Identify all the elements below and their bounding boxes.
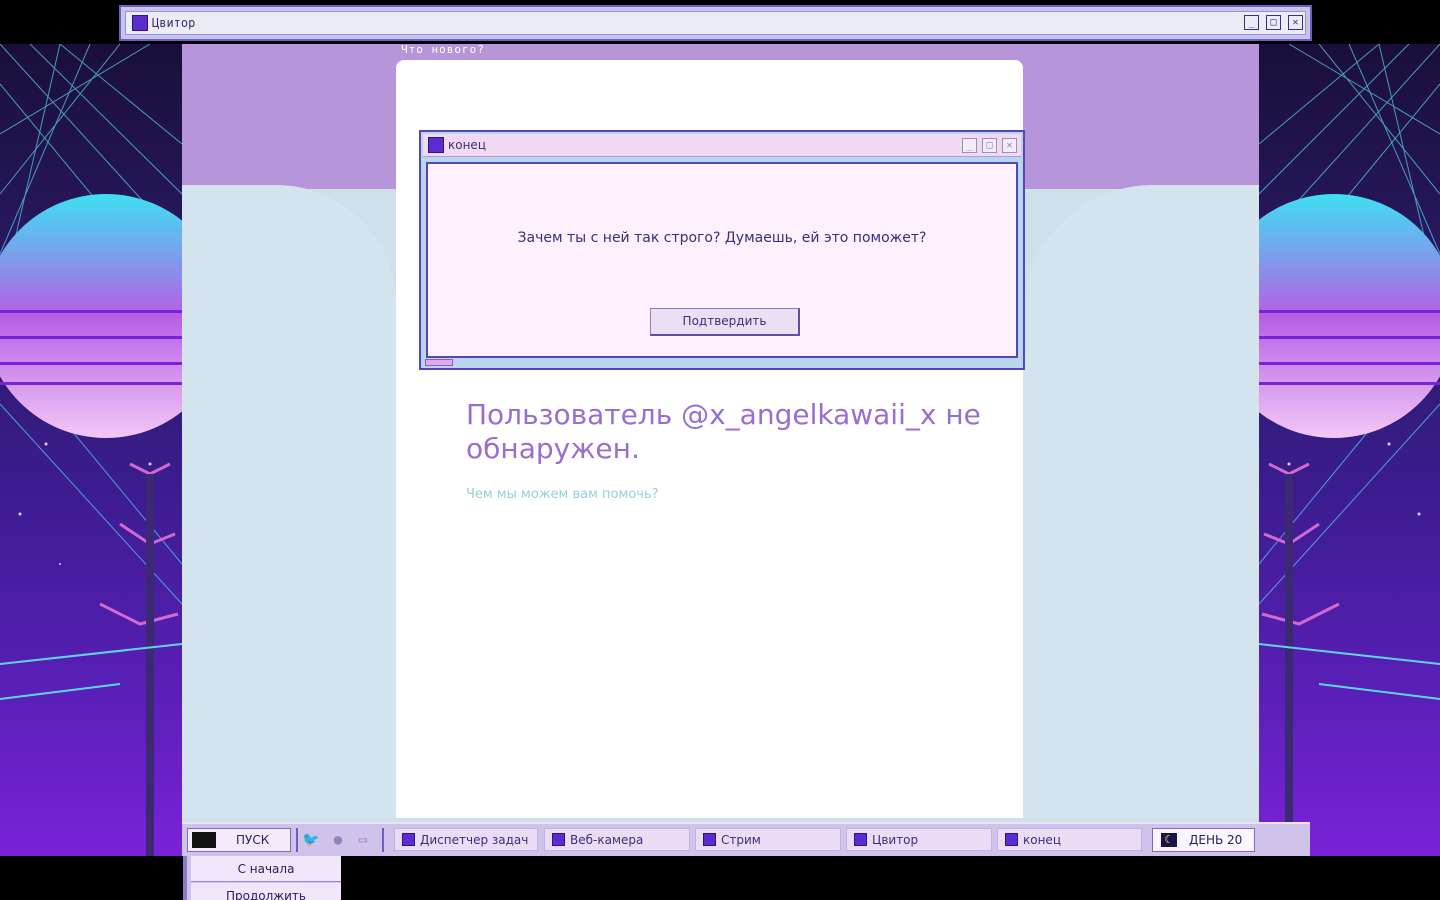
dialog-titlebar[interactable]: конец _ □ ✕: [423, 134, 1021, 157]
dialog-close-button[interactable]: ✕: [1002, 138, 1017, 153]
window-icon: [402, 833, 415, 846]
not-found-title: Пользователь @x_angelkawaii_x не обнаруж…: [466, 398, 981, 465]
bird-icon[interactable]: 🐦: [302, 832, 320, 848]
wallpaper-right: [1259, 44, 1440, 856]
cloud-right: [1023, 185, 1259, 818]
dialog-body: Зачем ты с ней так строго? Думаешь, ей э…: [426, 162, 1018, 358]
start-button[interactable]: ПУСК: [187, 828, 291, 852]
window-icon: [854, 833, 867, 846]
dialog-message: Зачем ты с ней так строго? Думаешь, ей э…: [517, 230, 927, 246]
task-task-manager[interactable]: Диспетчер задач: [394, 828, 538, 851]
taskbar-separator: [296, 828, 298, 852]
app-icon: [132, 15, 148, 31]
end-dialog: конец _ □ ✕ Зачем ты с ней так строго? Д…: [419, 130, 1025, 370]
help-link[interactable]: Чем мы можем вам помочь?: [466, 487, 659, 502]
whats-new-link[interactable]: Что нового?: [401, 43, 485, 56]
window-icon: [552, 833, 565, 846]
app-titlebar[interactable]: Цвитор _ □ ✕: [119, 5, 1312, 41]
wallpaper-left: [0, 44, 182, 856]
task-webcam[interactable]: Веб-камера: [544, 828, 690, 851]
maximize-button[interactable]: □: [1266, 15, 1281, 30]
dialog-minimize-button[interactable]: _: [962, 138, 977, 153]
resize-grip[interactable]: [425, 359, 453, 366]
taskbar: ПУСК 🐦 ● ▭ Диспетчер задач Веб-камера Ст…: [182, 822, 1310, 856]
task-stream[interactable]: Стрим: [695, 828, 841, 851]
monitor-icon[interactable]: ▭: [354, 832, 372, 848]
menu-item-continue[interactable]: Продолжить: [191, 883, 341, 900]
app-title: Цвитор: [132, 15, 195, 31]
chat-icon[interactable]: ●: [329, 832, 347, 848]
task-tsvitor[interactable]: Цвитор: [846, 828, 992, 851]
cloud-left: [182, 185, 396, 818]
dialog-icon: [428, 137, 444, 153]
moon-icon: ☾: [1161, 833, 1177, 847]
dialog-maximize-button[interactable]: □: [982, 138, 997, 153]
close-button[interactable]: ✕: [1288, 15, 1303, 30]
day-counter: ☾ ДЕНЬ 20: [1152, 828, 1255, 852]
window-icon: [703, 833, 716, 846]
start-logo-icon: [192, 832, 216, 848]
dialog-title: конец: [428, 137, 486, 153]
task-end[interactable]: конец: [997, 828, 1142, 851]
confirm-button[interactable]: Подтвердить: [650, 308, 800, 336]
minimize-button[interactable]: _: [1244, 15, 1259, 30]
taskbar-separator: [382, 828, 384, 852]
start-menu: С начала Продолжить: [183, 856, 341, 900]
menu-item-restart[interactable]: С начала: [191, 856, 341, 882]
window-icon: [1005, 833, 1018, 846]
